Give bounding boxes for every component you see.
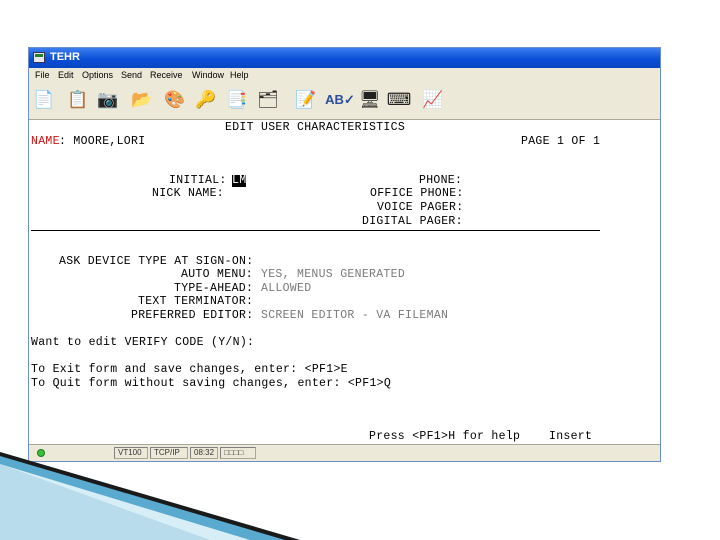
app-icon <box>33 52 45 63</box>
page-indicator: PAGE 1 OF 1 <box>521 135 601 148</box>
terminal-screen[interactable]: EDIT USER CHARACTERISTICS NAME : MOORE,L… <box>29 120 660 445</box>
toolbar: 📄 📋 📷 📂 🎨 🔑 📑 🗂 📝 AB✓ 🖥 ⌨ 📈 <box>29 83 660 120</box>
folder-icon[interactable]: 📂 <box>131 89 153 111</box>
type-ahead-value[interactable]: ALLOWED <box>261 283 311 295</box>
initial-field[interactable]: LM <box>232 175 247 187</box>
text-terminator-label: TEXT TERMINATOR: <box>138 295 254 308</box>
menu-bar: File Edit Options Send Receive Window He… <box>29 68 660 83</box>
camera-icon[interactable]: 📷 <box>97 89 119 111</box>
keyboard-icon[interactable]: ⌨ <box>387 89 412 111</box>
verify-code-prompt: Want to edit VERIFY CODE (Y/N): <box>31 336 255 349</box>
nick-name-label: NICK NAME: <box>152 187 225 200</box>
insert-mode: Insert <box>549 430 593 443</box>
computer-icon[interactable]: 🖥 <box>359 89 381 111</box>
copy-icon[interactable]: 📑 <box>226 89 248 111</box>
notes-icon[interactable]: 📝 <box>295 89 317 111</box>
clipboard-icon[interactable]: 📋 <box>67 89 89 111</box>
type-ahead-label: TYPE-AHEAD: <box>174 282 254 295</box>
new-document-icon[interactable]: 📄 <box>33 89 55 111</box>
name-value: : MOORE,LORI <box>59 135 146 148</box>
preferred-editor-value[interactable]: SCREEN EDITOR - VA FILEMAN <box>261 310 448 322</box>
menu-window[interactable]: Window <box>192 70 224 80</box>
help-hint: Press <PF1>H for help <box>369 430 521 443</box>
screen-heading: EDIT USER CHARACTERISTICS <box>225 121 406 134</box>
slide-decoration <box>0 452 300 540</box>
spellcheck-icon[interactable]: AB✓ <box>325 89 355 111</box>
menu-file[interactable]: File <box>35 70 50 80</box>
chart-icon[interactable]: 📈 <box>422 89 444 111</box>
menu-receive[interactable]: Receive <box>150 70 183 80</box>
hierarchy-icon[interactable]: 🗂 <box>257 89 279 111</box>
menu-help[interactable]: Help <box>230 70 249 80</box>
terminal-window: TEHR File Edit Options Send Receive Wind… <box>28 47 661 462</box>
voice-pager-label: VOICE PAGER: <box>377 201 464 214</box>
digital-pager-label: DIGITAL PAGER: <box>362 215 463 228</box>
initial-label: INITIAL: <box>169 174 227 187</box>
auto-menu-label: AUTO MENU: <box>181 268 254 281</box>
divider <box>31 230 600 231</box>
menu-edit[interactable]: Edit <box>58 70 74 80</box>
menu-options[interactable]: Options <box>82 70 113 80</box>
ask-device-label: ASK DEVICE TYPE AT SIGN-ON: <box>59 255 254 268</box>
exit-instruction: To Exit form and save changes, enter: <P… <box>31 363 348 376</box>
auto-menu-value[interactable]: YES, MENUS GENERATED <box>261 269 405 281</box>
office-phone-label: OFFICE PHONE: <box>370 187 464 200</box>
menu-send[interactable]: Send <box>121 70 142 80</box>
title-bar[interactable]: TEHR <box>29 48 660 68</box>
name-label: NAME <box>31 135 60 148</box>
preferred-editor-label: PREFERRED EDITOR: <box>131 309 254 322</box>
window-title: TEHR <box>50 51 80 63</box>
key-icon[interactable]: 🔑 <box>195 89 217 111</box>
paint-icon[interactable]: 🎨 <box>164 89 186 111</box>
phone-label: PHONE: <box>419 174 463 187</box>
quit-instruction: To Quit form without saving changes, ent… <box>31 377 392 390</box>
